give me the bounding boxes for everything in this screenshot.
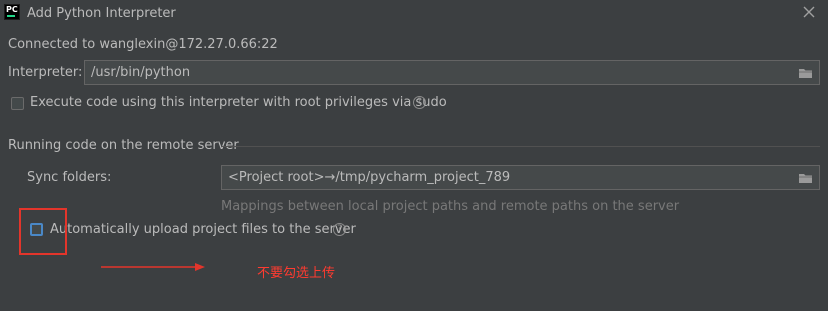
- app-icon-text: PC: [6, 5, 18, 14]
- mappings-hint: Mappings between local project paths and…: [221, 199, 680, 214]
- interpreter-path: /usr/bin/python: [91, 65, 191, 80]
- annotation-arrow: [101, 263, 205, 271]
- connection-status: Connected to wanglexin@172.27.0.66:22: [8, 37, 278, 52]
- sudo-checkbox-label[interactable]: Execute code using this interpreter with…: [30, 95, 447, 110]
- remote-section-title: Running code on the remote server: [8, 138, 239, 153]
- interpreter-label: Interpreter:: [8, 65, 83, 80]
- dialog-titlebar: PC Add Python Interpreter: [0, 0, 828, 27]
- help-icon[interactable]: ?: [413, 96, 426, 109]
- sudo-checkbox[interactable]: [11, 97, 24, 110]
- close-icon[interactable]: [802, 5, 816, 19]
- annotation-note: 不要勾选上传: [257, 266, 336, 281]
- dialog-title: Add Python Interpreter: [27, 6, 176, 21]
- section-divider: [221, 146, 820, 147]
- folder-browse-icon[interactable]: [798, 67, 813, 79]
- interpreter-field[interactable]: /usr/bin/python: [84, 60, 820, 85]
- help-icon[interactable]: ?: [333, 223, 346, 236]
- folder-browse-icon[interactable]: [798, 172, 813, 184]
- annotation-highlight-box: [19, 208, 67, 255]
- pycharm-icon: PC: [4, 4, 20, 20]
- auto-upload-label[interactable]: Automatically upload project files to th…: [50, 222, 356, 237]
- sync-folders-label: Sync folders:: [27, 170, 112, 185]
- sync-folders-field[interactable]: <Project root>→/tmp/pycharm_project_789: [221, 165, 820, 190]
- sync-folders-value: <Project root>→/tmp/pycharm_project_789: [228, 170, 511, 185]
